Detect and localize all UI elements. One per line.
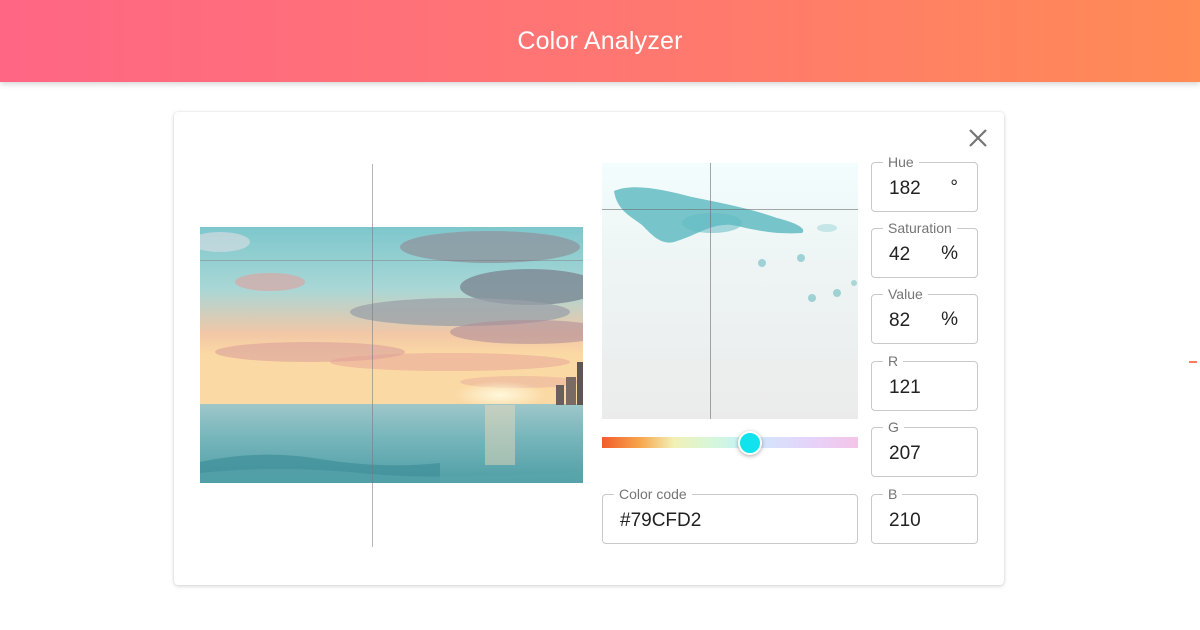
close-icon: [969, 129, 987, 147]
hue-unit: °: [950, 177, 958, 198]
hue-field[interactable]: Hue 182 °: [871, 154, 978, 212]
blue-input[interactable]: 210: [889, 510, 921, 532]
saturation-field[interactable]: Saturation 42 %: [871, 220, 978, 278]
red-label: R: [883, 353, 904, 369]
color-code-input[interactable]: #79CFD2: [620, 510, 701, 532]
color-analyzer-dialog: Color code #79CFD2 Hue 182 ° Saturation …: [174, 112, 1004, 585]
hue-slider[interactable]: [602, 431, 858, 455]
value-unit: %: [941, 309, 958, 330]
zoom-crosshair-horizontal: [602, 209, 858, 210]
blue-label: B: [883, 486, 903, 502]
blue-field[interactable]: B 210: [871, 486, 978, 544]
crosshair-vertical: [372, 164, 373, 547]
hue-slider-track[interactable]: [602, 437, 858, 448]
close-button[interactable]: [964, 124, 992, 152]
edge-marker: [1189, 361, 1197, 363]
saturation-label: Saturation: [883, 220, 957, 236]
green-label: G: [883, 419, 904, 435]
hue-label: Hue: [883, 154, 919, 170]
color-code-field[interactable]: Color code #79CFD2: [602, 486, 858, 544]
value-label: Value: [883, 286, 928, 302]
saturation-input[interactable]: 42: [889, 244, 910, 266]
red-input[interactable]: 121: [889, 377, 921, 399]
hue-input[interactable]: 182: [889, 178, 921, 200]
crosshair-horizontal: [200, 260, 583, 261]
color-code-label: Color code: [614, 486, 692, 502]
value-input[interactable]: 82: [889, 310, 910, 332]
saturation-unit: %: [941, 243, 958, 264]
app-header: Color Analyzer: [0, 0, 1200, 82]
red-field[interactable]: R 121: [871, 353, 978, 411]
app-title: Color Analyzer: [517, 26, 683, 55]
value-field[interactable]: Value 82 %: [871, 286, 978, 344]
green-input[interactable]: 207: [889, 443, 921, 465]
green-field[interactable]: G 207: [871, 419, 978, 477]
beach-sunset-photo[interactable]: [200, 227, 583, 483]
image-preview[interactable]: [200, 164, 583, 547]
zoom-crosshair-vertical: [710, 163, 711, 419]
hue-slider-thumb[interactable]: [738, 431, 763, 455]
color-zoom-panel[interactable]: [602, 163, 858, 419]
